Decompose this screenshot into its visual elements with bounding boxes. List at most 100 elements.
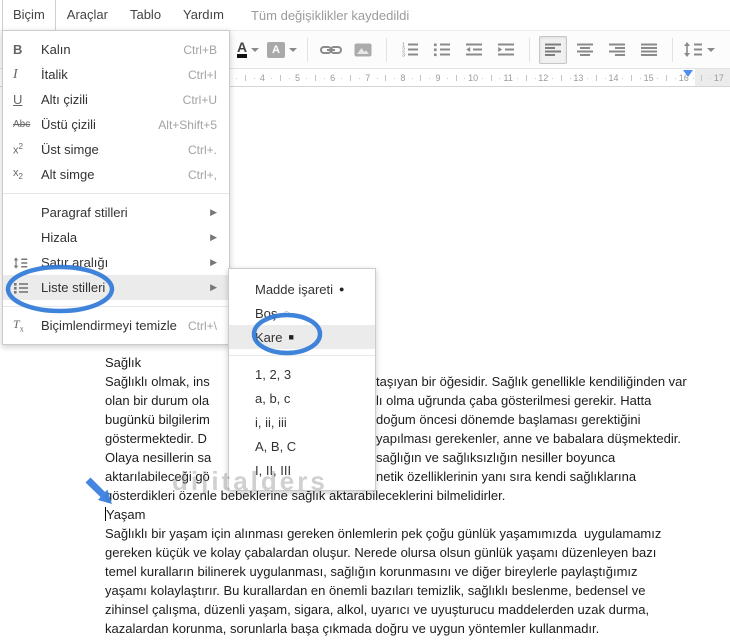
document-line: Sağlıklı bir yaşam için alınması gereken…	[105, 526, 662, 541]
ruler-dot	[639, 78, 641, 79]
submenu-item-numbers-123[interactable]: 1, 2, 3	[229, 362, 375, 386]
align-left-button[interactable]	[539, 35, 567, 64]
ruler-tick	[490, 75, 492, 81]
menu-item-strikethrough[interactable]: Abc Üstü çizili Alt+Shift+5	[3, 112, 229, 137]
ruler-dot	[569, 78, 571, 79]
shortcut-label: Ctrl+B	[183, 42, 217, 57]
menu-item-list-styles[interactable]: Liste stilleri ▶	[3, 275, 229, 300]
document-line: Sağlıklı olmak, ins taşıyan bir öğesidir.…	[105, 372, 687, 391]
list-styles-icon	[13, 282, 41, 294]
toolbar-divider	[672, 37, 673, 62]
ruler-tick	[420, 75, 422, 81]
ruler-tick	[701, 75, 703, 81]
submenu-item-bullet-square[interactable]: Kare ■	[229, 325, 375, 349]
submenu-arrow-icon: ▶	[210, 207, 217, 217]
document-line: Yaşam	[105, 507, 146, 522]
document-line: kazalardan korunma, sorunlarla başa çıkm…	[105, 621, 600, 636]
text-color-button[interactable]: A	[234, 36, 262, 64]
ruler-dot	[622, 78, 624, 79]
submenu-item-roman-lower[interactable]: i, ii, iii	[229, 410, 375, 434]
menu-item-subscript[interactable]: x2 Alt simge Ctrl+,	[3, 162, 229, 187]
toolbar-divider	[307, 37, 308, 62]
format-menu: B Kalın Ctrl+B I İtalik Ctrl+I U Altı çizili Ctr…	[2, 30, 230, 345]
align-right-icon	[609, 43, 625, 56]
menu-item-line-spacing[interactable]: Satır aralığı ▶	[3, 250, 229, 275]
italic-icon: I	[13, 66, 18, 82]
menu-item-label: Hizala	[41, 230, 78, 245]
insert-link-button[interactable]	[317, 36, 345, 64]
line-fragment-right: lı olma uğrunda çaba gösterilmesi gereki…	[376, 393, 652, 408]
menu-item-paragraph-styles[interactable]: Paragraf stilleri ▶	[3, 200, 229, 225]
ruler-tick	[244, 75, 246, 81]
submenu-item-label: Kare	[255, 329, 283, 345]
menu-item-underline[interactable]: U Altı çizili Ctrl+U	[3, 87, 229, 112]
bullet-glyph: ●	[339, 284, 345, 294]
submenu-item-label: a, b, c	[255, 390, 291, 406]
right-indent-marker[interactable]	[683, 70, 693, 77]
submenu-item-label: I, II, III	[255, 462, 292, 478]
outdent-button[interactable]	[460, 36, 488, 64]
justify-button[interactable]	[635, 36, 663, 64]
line-fragment-right: taşıyan bir öğesidir. Sağlık genellikle …	[376, 374, 687, 389]
ruler-number: 7	[365, 73, 371, 83]
ruler-dot	[236, 78, 238, 79]
ruler-dot	[552, 78, 554, 79]
ruler-number: 5	[294, 73, 300, 83]
ruler-number: 17	[713, 73, 724, 83]
highlight-color-button[interactable]: A	[266, 36, 298, 64]
document-line: temel kuralların bilinerek uygulanması, …	[105, 564, 638, 579]
menu-item-italic[interactable]: I İtalik Ctrl+I	[3, 62, 229, 87]
align-right-button[interactable]	[603, 36, 631, 64]
highlight-color-icon: A	[267, 41, 285, 58]
menu-item-clear-formatting[interactable]: Tx Biçimlendirmeyi temizle Ctrl+\	[3, 313, 229, 338]
ruler-dot	[710, 78, 712, 79]
shortcut-label: Ctrl+\	[187, 318, 217, 333]
insert-image-button[interactable]	[349, 36, 377, 64]
chevron-down-icon	[289, 47, 297, 52]
line-spacing-button[interactable]	[682, 36, 716, 64]
menu-bicim[interactable]: Biçim	[2, 0, 56, 31]
align-center-button[interactable]	[571, 36, 599, 64]
ruler-number: 8	[400, 73, 406, 83]
shortcut-label: Alt+Shift+5	[158, 117, 217, 132]
submenu-item-label: i, ii, iii	[255, 414, 287, 430]
ruler-tick	[315, 75, 317, 81]
numbered-list-button[interactable]: 123	[396, 36, 424, 64]
document-line: bugünkü bilgilerim doğum öncesi dönemde b…	[105, 410, 675, 429]
submenu-item-bullet-hollow[interactable]: Boş ○	[229, 301, 375, 325]
ruler-dot	[376, 78, 378, 79]
submenu-item-roman-upper[interactable]: I, II, III	[229, 458, 375, 482]
subscript-icon: x2	[13, 167, 23, 182]
menu-item-bold[interactable]: B Kalın Ctrl+B	[3, 37, 229, 62]
ruler-tick	[455, 75, 457, 81]
indent-button[interactable]	[492, 36, 520, 64]
menu-tablo[interactable]: Tablo	[119, 0, 172, 30]
align-center-icon	[577, 43, 593, 56]
chevron-down-icon	[251, 47, 260, 52]
bulleted-list-button[interactable]	[428, 36, 456, 64]
submenu-item-bullet-filled[interactable]: Madde işareti ●	[229, 277, 375, 301]
menu-item-superscript[interactable]: x2 Üst simge Ctrl+.	[3, 137, 229, 162]
document-line: aktarılabileceği gö netik özelliklerinin …	[105, 467, 675, 486]
submenu-item-letters-abc-upper[interactable]: A, B, C	[229, 434, 375, 458]
ruler-tick	[385, 75, 387, 81]
menu-item-label: Altı çizili	[41, 92, 88, 107]
ruler-tick	[350, 75, 352, 81]
shortcut-label: Ctrl+.	[187, 142, 217, 157]
line-fragment-right: netik özelliklerinin yanı sıra kendi sağ…	[376, 469, 637, 484]
menu-item-label: Üstü çizili	[41, 117, 96, 132]
line-fragment-left: Sağlıklı olmak, ins	[105, 374, 210, 389]
text-cursor	[105, 507, 106, 521]
line-spacing-icon	[13, 256, 41, 269]
ruler-dot	[306, 78, 308, 79]
submenu-item-letters-abc[interactable]: a, b, c	[229, 386, 375, 410]
ruler-dot	[271, 78, 273, 79]
menu-yardim[interactable]: Yardım	[172, 0, 235, 30]
align-left-icon	[545, 43, 561, 56]
line-fragment-left: göstermektedir. D	[105, 431, 207, 446]
menu-araclar[interactable]: Araçlar	[56, 0, 119, 30]
menu-item-align[interactable]: Hizala ▶	[3, 225, 229, 250]
app-window: Biçim Araçlar Tablo Yardım Tüm değişiklikle…	[0, 0, 730, 643]
bullet-glyph: ■	[288, 332, 294, 342]
text-color-icon: A	[236, 40, 248, 58]
